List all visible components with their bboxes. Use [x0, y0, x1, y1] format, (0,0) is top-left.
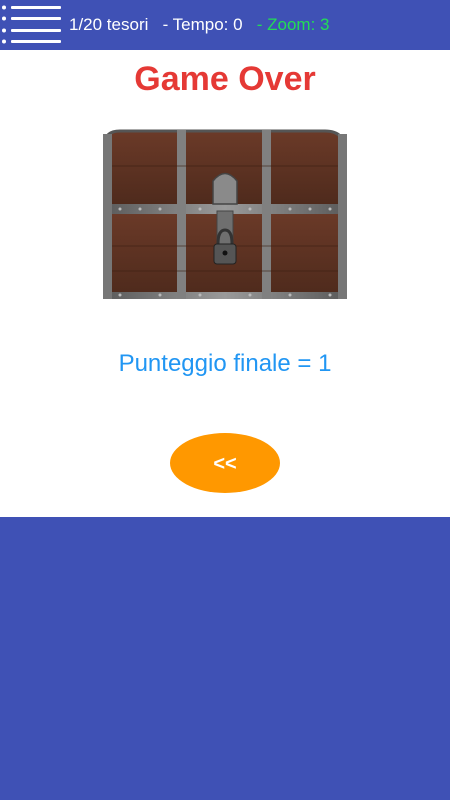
treasure-counter: 1/20 tesori — [69, 15, 149, 34]
status-line: 1/20 tesori - Tempo: 0 - Zoom: 3 — [69, 15, 330, 35]
time-counter: - Tempo: 0 — [162, 15, 243, 34]
top-bar: 1/20 tesori - Tempo: 0 - Zoom: 3 — [0, 0, 450, 49]
back-button[interactable]: << — [170, 433, 280, 493]
final-score: Punteggio finale = 1 — [118, 350, 332, 377]
treasure-chest-image — [103, 129, 347, 299]
game-over-title: Game Over — [134, 60, 316, 98]
zoom-level: - Zoom: 3 — [256, 15, 330, 34]
hamburger-menu-icon[interactable] — [1, 3, 63, 47]
game-over-panel: Game Over Punteggio finale = 1 << — [0, 50, 450, 517]
